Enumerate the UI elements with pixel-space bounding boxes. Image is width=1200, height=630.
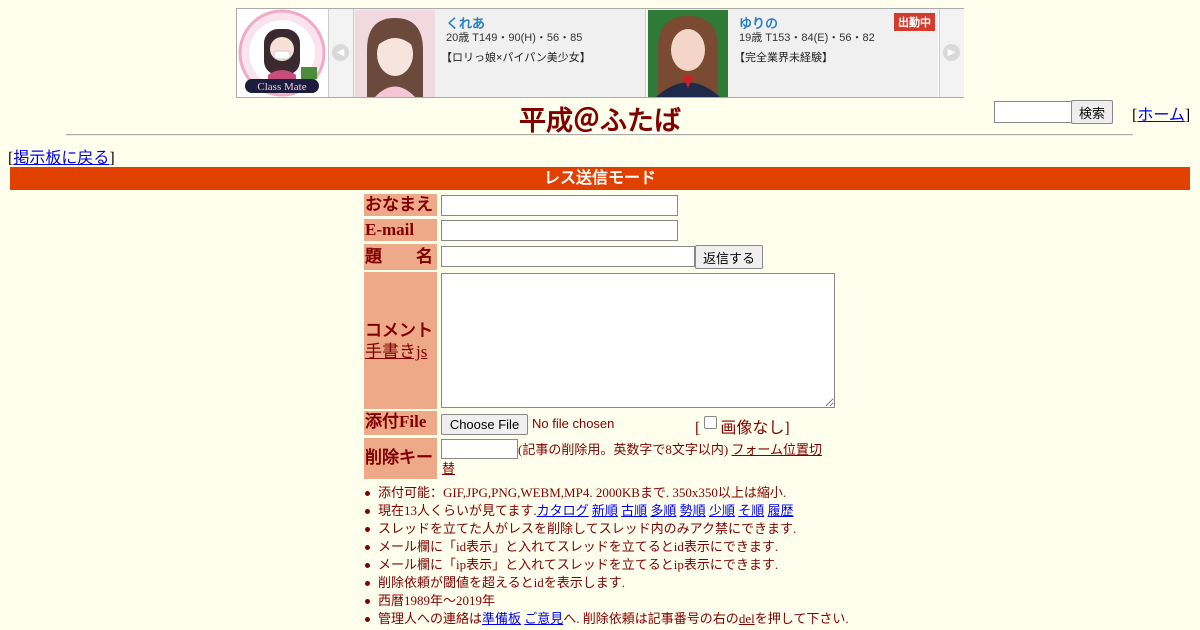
home-link[interactable]: ホーム — [1137, 107, 1185, 124]
ad-description: 【完全業界未経験】 — [734, 52, 833, 64]
subject-label: 題 名 — [364, 244, 437, 270]
list-item: 削除依頼が閾値を超えるとidを表示します. — [362, 574, 849, 592]
name-input[interactable] — [441, 195, 678, 216]
on-duty-badge: 出勤中 — [894, 13, 935, 31]
shop-logo[interactable]: Class Mate — [237, 9, 329, 97]
email-label: E-mail — [364, 219, 437, 241]
list-item: 現在13人くらいが見てます.カタログ 新順 古順 多順 勢順 少順 そ順 履歴 — [362, 502, 849, 520]
search-input[interactable] — [994, 101, 1076, 123]
ad-photo — [355, 10, 435, 97]
rule-text: 添付可能：GIF,JPG,PNG,WEBM,MP4. 2000KBまで. 350… — [378, 485, 787, 500]
rule-text: スレッドを立てた人がレスを削除してスレッド内のみアク禁にできます. — [378, 521, 797, 536]
catalog-link[interactable]: カタログ — [537, 503, 589, 518]
sort-momentum-link[interactable]: 勢順 — [680, 503, 706, 518]
choose-file-button[interactable]: Choose File — [441, 414, 528, 435]
comment-label-cell: コメント 手書きjs — [364, 272, 437, 409]
history-link[interactable]: 履歴 — [767, 503, 793, 518]
delete-key-note: (記事の削除用。英数字で8文字以内) フォーム位置切替 — [442, 440, 827, 478]
subject-input[interactable] — [441, 246, 695, 267]
del-text: del — [738, 611, 755, 626]
rule-text: メール欄に「ip表示」と入れてスレッドを立てるとip表示にできます. — [378, 557, 779, 572]
list-item: 添付可能：GIF,JPG,PNG,WEBM,MP4. 2000KBまで. 350… — [362, 484, 849, 502]
file-status-text: No file chosen — [532, 416, 615, 431]
viewer-count-text: 現在13人くらいが見てます. — [378, 503, 537, 518]
list-item: メール欄に「id表示」と入れてスレッドを立てるとid表示にできます. — [362, 538, 849, 556]
delete-key-label: 削除キー — [364, 438, 437, 479]
sort-few-link[interactable]: 少順 — [709, 503, 735, 518]
rule-text: 管理人への連絡は — [378, 611, 483, 626]
ad-description: 【ロリっ娘×パイパン美少女】 — [441, 52, 591, 64]
list-item: メール欄に「ip表示」と入れてスレッドを立てるとip表示にできます. — [362, 556, 849, 574]
sort-new-link[interactable]: 新順 — [592, 503, 618, 518]
back-to-board-link[interactable]: 掲示板に戻る — [13, 150, 109, 167]
list-item: スレッドを立てた人がレスを削除してスレッド内のみアク禁にできます. — [362, 520, 849, 538]
file-label: 添付File — [364, 411, 437, 435]
carousel-next-button[interactable]: ▶ — [939, 9, 964, 97]
sort-old-link[interactable]: 古順 — [621, 503, 647, 518]
rule-text: 西暦1989年～2019年 — [378, 593, 496, 608]
chevron-left-icon: ◀ — [332, 44, 349, 61]
handwrite-js-link[interactable]: 手書きjs — [365, 342, 427, 361]
carousel-prev-button[interactable]: ◀ — [329, 9, 354, 97]
ad-photo — [648, 10, 728, 97]
ad-card[interactable]: くれあ 20歳 T149・90(H)・56・85 【ロリっ娘×パイパン美少女】 — [354, 9, 646, 97]
logo-text: Class Mate — [257, 81, 306, 93]
list-item: 管理人への連絡は準備板 ご意見へ. 削除依頼は記事番号の右のdelを押して下さい… — [362, 610, 849, 628]
rule-text: へ. 削除依頼は記事番号の右の — [563, 611, 739, 626]
comment-label: コメント — [365, 321, 433, 340]
rule-text: メール欄に「id表示」と入れてスレッドを立てるとid表示にできます. — [378, 539, 779, 554]
ad-specs: 19歳 T153・84(E)・56・82 — [739, 32, 875, 44]
home-link-wrapper: [ホーム] — [1132, 107, 1191, 124]
chevron-right-icon: ▶ — [943, 44, 960, 61]
ad-banner[interactable]: Class Mate ◀ くれあ 20歳 T149・90(H)・56・85 【ロ… — [236, 8, 964, 98]
email-input[interactable] — [441, 220, 678, 241]
ad-card[interactable]: ゆりの 出勤中 19歳 T153・84(E)・56・82 【完全業界未経験】 — [647, 9, 938, 97]
comment-textarea[interactable] — [441, 273, 835, 408]
name-label: おなまえ — [364, 194, 437, 216]
sort-other-link[interactable]: そ順 — [738, 503, 764, 518]
rule-text: 削除依頼が閾値を超えるとidを表示します. — [378, 575, 625, 590]
ad-specs: 20歳 T149・90(H)・56・85 — [446, 32, 583, 44]
search-button[interactable]: 検索 — [1071, 100, 1113, 124]
list-item: 西暦1989年～2019年 — [362, 592, 849, 610]
no-image-checkbox[interactable] — [704, 416, 717, 429]
sort-many-link[interactable]: 多順 — [650, 503, 676, 518]
reply-mode-banner: レス送信モード — [10, 167, 1190, 190]
submit-reply-button[interactable]: 返信する — [695, 245, 763, 269]
board-rules-list: 添付可能：GIF,JPG,PNG,WEBM,MP4. 2000KBまで. 350… — [362, 484, 849, 628]
delete-key-help-text: (記事の削除用。英数字で8文字以内) — [518, 442, 729, 457]
divider — [66, 134, 1133, 136]
back-link-wrapper: [掲示板に戻る] — [8, 150, 115, 167]
feedback-link[interactable]: ご意見 — [524, 611, 563, 626]
no-image-label: 画像なし — [720, 420, 785, 437]
rule-text: を押して下さい. — [754, 611, 849, 626]
prep-board-link[interactable]: 準備板 — [482, 611, 521, 626]
